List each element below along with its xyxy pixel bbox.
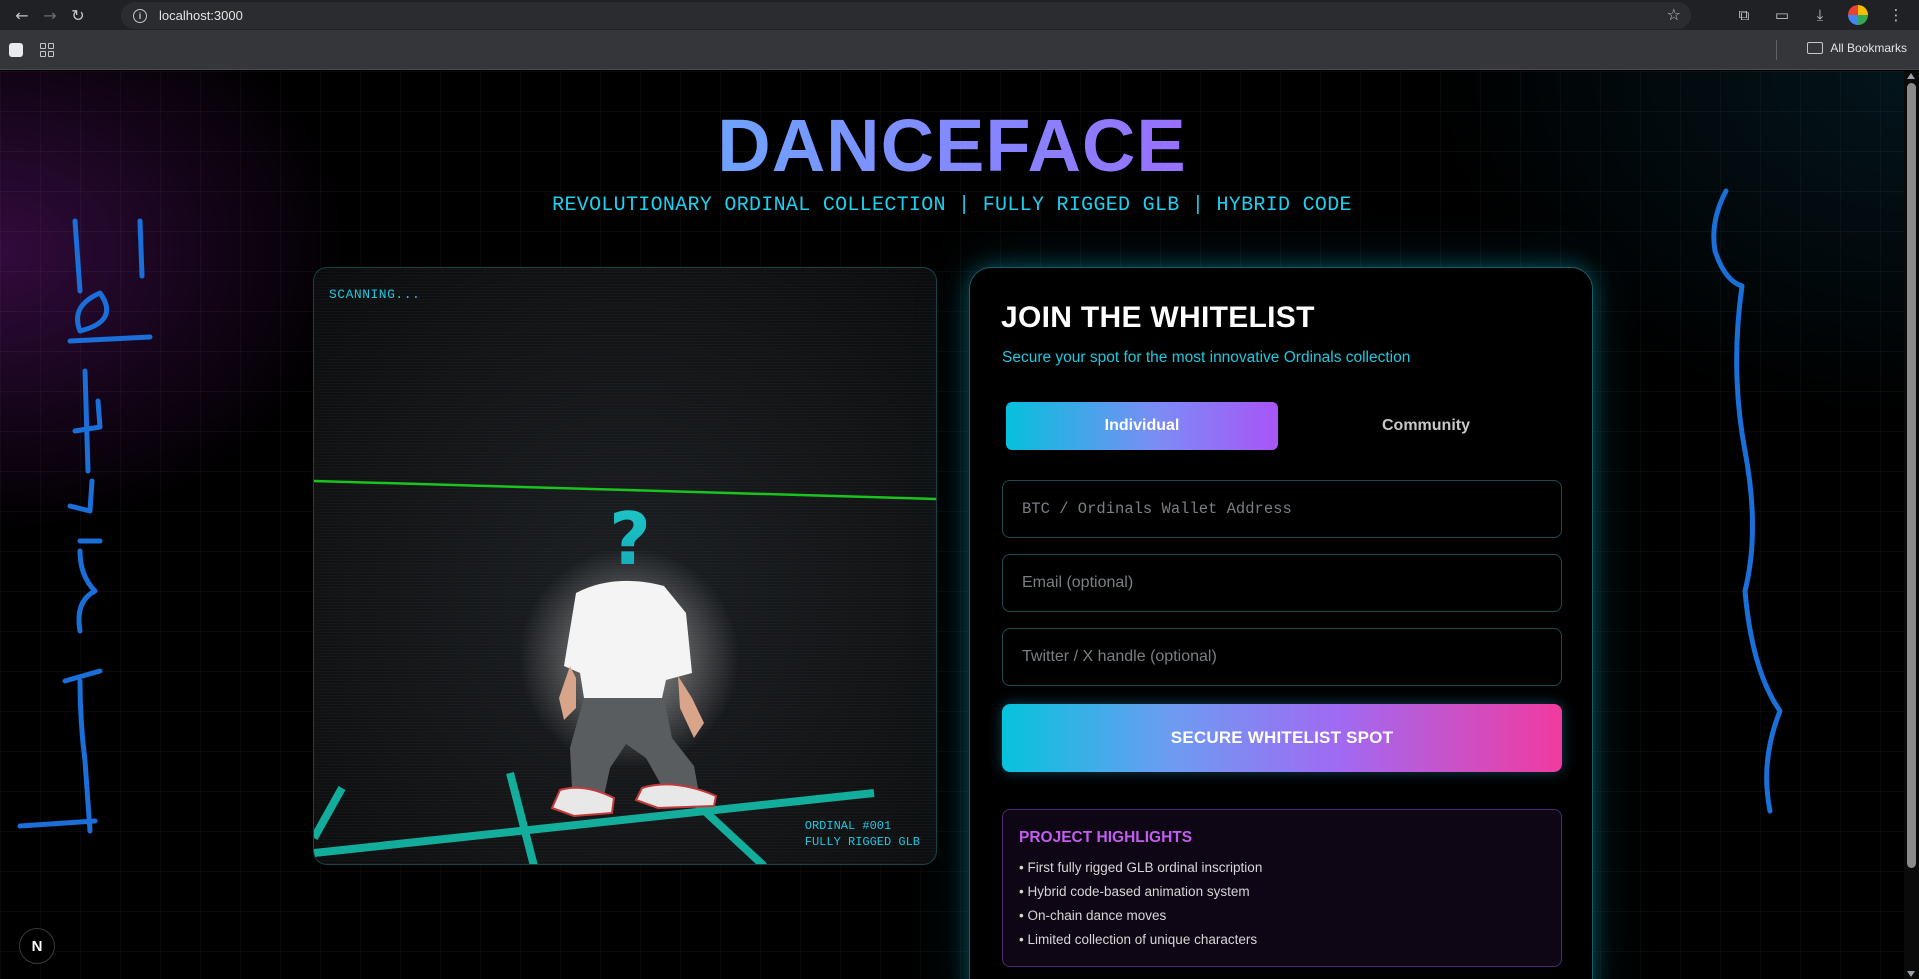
ordinal-number: ORDINAL #001 <box>804 819 892 833</box>
email-field[interactable]: Email (optional) <box>1002 554 1562 612</box>
media-router-icon[interactable]: ▭ <box>1765 2 1799 28</box>
whitelist-lead: Secure your spot for the most innovative… <box>1002 349 1411 366</box>
apps-grid-icon[interactable] <box>40 42 54 57</box>
whitelist-title: JOIN THE WHITELIST <box>1001 301 1315 334</box>
url-text: localhost:3000 <box>159 8 243 23</box>
ordinal-caption: ORDINAL #001 FULLY RIGGED GLB <box>805 818 920 850</box>
ordinal-type: FULLY RIGGED GLB <box>804 835 920 849</box>
page: DANCEFACE REVOLUTIONARY ORDINAL COLLECTI… <box>0 71 1919 979</box>
list-item: • Hybrid code-based animation system <box>1019 884 1250 899</box>
folder-icon <box>1807 42 1824 54</box>
scroll-thumb[interactable] <box>1907 83 1916 868</box>
page-title: DANCEFACE <box>0 103 1904 188</box>
signup-type-tabs: Individual Community <box>1006 402 1566 450</box>
tab-community[interactable]: Community <box>1286 402 1566 450</box>
character-viewer[interactable]: ? SCANNING... ORDINAL #001 FULLY RIGGED … <box>313 267 937 865</box>
menu-kebab-icon[interactable]: ⋮ <box>1879 2 1913 28</box>
all-bookmarks-button[interactable]: All Bookmarks <box>1807 41 1907 55</box>
twitter-handle-field[interactable]: Twitter / X handle (optional) <box>1002 628 1562 686</box>
whitelist-panel: JOIN THE WHITELIST Secure your spot for … <box>969 267 1593 979</box>
highlights-title: PROJECT HIGHLIGHTS <box>1019 829 1193 846</box>
tab-individual[interactable]: Individual <box>1006 402 1278 450</box>
forward-icon[interactable]: → <box>36 2 64 28</box>
tab-icon[interactable] <box>9 42 23 57</box>
all-bookmarks-label: All Bookmarks <box>1830 41 1907 55</box>
mystery-head-icon: ? <box>609 497 651 581</box>
page-scrollbar[interactable] <box>1904 71 1919 979</box>
bookmarks-divider <box>1776 40 1777 60</box>
download-icon[interactable]: ⤓ <box>1803 2 1837 28</box>
list-item: • First fully rigged GLB ordinal inscrip… <box>1019 860 1263 875</box>
list-item: • On-chain dance moves <box>1019 908 1167 923</box>
bookmark-star-icon[interactable]: ☆ <box>1667 5 1681 24</box>
scroll-up-arrow-icon[interactable] <box>1907 73 1915 79</box>
character-right-shoe <box>634 783 718 810</box>
highlights-list: • First fully rigged GLB ordinal inscrip… <box>1019 860 1262 956</box>
project-highlights: PROJECT HIGHLIGHTS • First fully rigged … <box>1002 809 1562 967</box>
character-scene: ? <box>314 479 936 864</box>
list-item: • Limited collection of unique character… <box>1019 932 1258 947</box>
bookmarks-bar: All Bookmarks <box>0 30 1919 70</box>
secure-whitelist-button[interactable]: SECURE WHITELIST SPOT <box>1002 704 1562 772</box>
scroll-down-arrow-icon[interactable] <box>1907 971 1915 977</box>
browser-toolbar: ← → ↻ i localhost:3000 ☆ ⧉ ▭ ⤓ ⋮ <box>0 0 1919 30</box>
reload-icon[interactable]: ↻ <box>64 2 92 28</box>
nextjs-dev-badge[interactable]: N <box>19 928 55 964</box>
wallet-address-input[interactable]: BTC / Ordinals Wallet Address <box>1002 480 1562 538</box>
site-info-icon[interactable]: i <box>133 8 147 23</box>
address-bar[interactable]: i localhost:3000 ☆ <box>121 2 1691 29</box>
page-subtitle: REVOLUTIONARY ORDINAL COLLECTION | FULLY… <box>552 194 1352 217</box>
back-icon[interactable]: ← <box>8 2 36 28</box>
profile-avatar[interactable] <box>1841 2 1875 28</box>
scanning-status: SCANNING... <box>329 287 421 302</box>
extensions-icon[interactable]: ⧉ <box>1727 2 1761 28</box>
